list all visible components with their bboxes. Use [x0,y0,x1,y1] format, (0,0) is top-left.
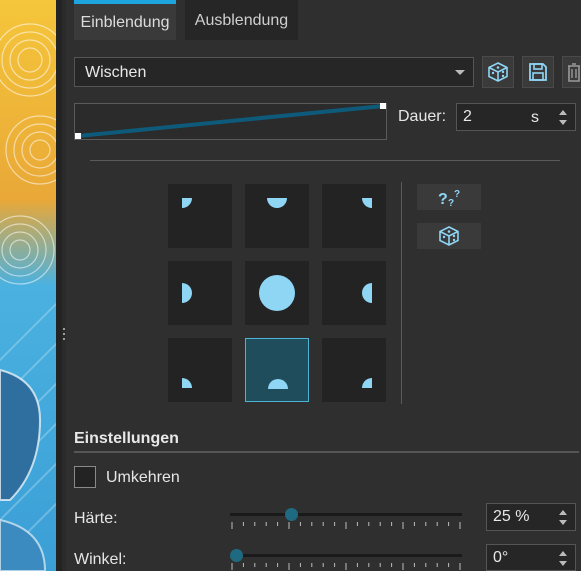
direction-cell-top[interactable] [245,184,309,248]
random-dice-icon [488,62,508,82]
direction-cell-left[interactable] [168,261,232,325]
spin-up-icon[interactable] [559,551,567,556]
dice-icon [439,226,459,246]
direction-top-icon [267,198,287,208]
spin-down-icon[interactable] [559,520,567,525]
direction-center-icon [259,275,295,311]
direction-left-icon [182,283,192,303]
direction-cell-right[interactable] [322,261,386,325]
spin-down-icon[interactable] [559,561,567,566]
random-direction-icon: ? ? ? [438,189,460,208]
direction-bottom-left-icon [182,378,192,388]
curve-start-handle[interactable] [75,133,81,139]
delete-preset-button[interactable] [562,56,581,88]
reverse-checkbox[interactable] [74,466,96,488]
duration-label: Dauer: [398,108,447,125]
hardness-slider-track[interactable] [230,513,462,516]
svg-text:?: ? [454,189,460,200]
spin-up-icon[interactable] [559,510,567,515]
angle-value: 0° [493,549,509,566]
angle-slider-handle[interactable] [230,549,243,562]
delete-icon [568,63,580,82]
separator-vertical [401,182,402,404]
hardness-input[interactable]: 25 % [486,503,576,531]
direction-cell-top-right[interactable] [322,184,386,248]
direction-bottom-right-icon [362,378,372,388]
spin-up-icon[interactable] [559,110,567,115]
direction-top-left-icon [182,198,192,208]
random-direction-button[interactable]: ? ? ? [417,184,481,210]
splitter[interactable] [56,0,62,571]
direction-cell-bottom-right[interactable] [322,338,386,402]
direction-cell-center[interactable] [245,261,309,325]
spin-down-icon[interactable] [559,120,567,125]
hardness-value: 25 % [493,508,530,525]
reverse-label: Umkehren [106,469,180,486]
background-artwork [0,0,56,571]
direction-cell-bottom[interactable] [245,338,309,402]
direction-cell-bottom-left[interactable] [168,338,232,402]
angle-label: Winkel: [74,551,127,568]
curve-end-handle[interactable] [380,103,386,109]
duration-unit: s [531,109,539,126]
hardness-slider-handle[interactable] [284,508,298,521]
duration-value: 2 [463,108,472,125]
hardness-slider-ticks [231,522,461,529]
fade-curve-editor[interactable] [74,103,387,140]
save-preset-button[interactable] [522,56,554,88]
direction-right-icon [362,283,372,303]
tab-fade-in[interactable]: Einblendung [74,0,176,40]
transition-type-select[interactable]: Wischen [74,57,474,87]
settings-title: Einstellungen [74,430,179,447]
settings-underline [74,451,579,453]
tab-fade-out[interactable]: Ausblendung [185,0,298,40]
direction-bottom-icon [268,379,288,389]
separator [90,160,560,161]
random-preset-button[interactable] [482,56,514,88]
svg-text:?: ? [438,191,448,208]
duration-input[interactable]: 2 s [456,103,576,131]
save-icon [529,63,547,81]
transition-type-value: Wischen [85,64,147,81]
angle-slider-track[interactable] [230,554,462,557]
angle-input[interactable]: 0° [486,544,576,571]
direction-cell-top-left[interactable] [168,184,232,248]
hardness-label: Härte: [74,510,118,527]
direction-top-right-icon [362,198,372,208]
chevron-down-icon [455,70,465,75]
angle-slider-ticks [231,563,461,570]
random-dice-button[interactable] [417,223,481,249]
transition-panel: Einblendung Ausblendung Wischen Dauer: 2… [66,0,581,571]
